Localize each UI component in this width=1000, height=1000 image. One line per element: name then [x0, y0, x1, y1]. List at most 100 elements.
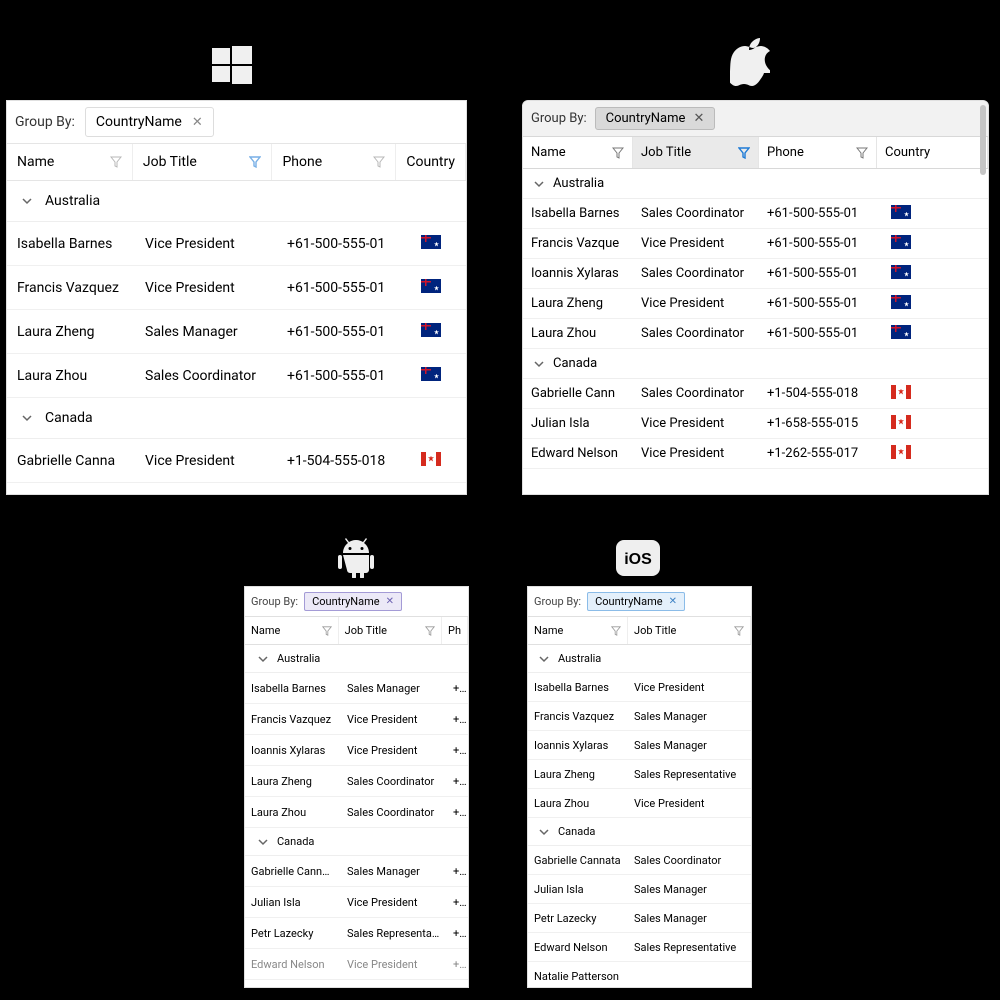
table-row[interactable]: Francis VazqueVice President+61-500-555-… — [523, 229, 988, 259]
ios-grid: Group By: CountryName ✕ Name Job Title A… — [527, 586, 752, 988]
table-row[interactable]: Laura ZhengSales Coordinator+6 — [245, 766, 468, 797]
filter-icon[interactable] — [249, 156, 261, 168]
group-header[interactable]: Canada — [523, 349, 988, 379]
column-headers: Name Job Title Phone Country — [523, 137, 988, 169]
col-job[interactable]: Job Title — [633, 137, 759, 168]
table-row[interactable]: Edward NelsonVice President+1 — [245, 949, 468, 980]
chevron-down-icon[interactable] — [533, 178, 545, 190]
table-row[interactable]: Ioannis XylarasVice President+6 — [245, 735, 468, 766]
table-row[interactable]: Natalie Patterson — [528, 962, 751, 988]
table-row[interactable]: Petr LazeckySales Manager — [528, 904, 751, 933]
group-chip[interactable]: CountryName ✕ — [595, 107, 716, 130]
chevron-down-icon[interactable] — [21, 195, 33, 207]
filter-icon[interactable] — [373, 156, 385, 168]
col-name[interactable]: Name — [7, 144, 133, 180]
filter-icon[interactable] — [322, 626, 332, 636]
table-row[interactable]: Laura ZhouSales Coordinator+6 — [245, 797, 468, 828]
col-country[interactable]: Country — [877, 137, 988, 168]
au-flag-icon — [421, 279, 441, 293]
group-header[interactable]: Australia — [7, 181, 466, 222]
col-country[interactable]: Country — [396, 144, 466, 180]
col-job[interactable]: Job Title — [628, 617, 751, 644]
table-row[interactable]: Laura ZhouSales Coordinator+61-500-555-0… — [523, 319, 988, 349]
table-row[interactable]: Isabella BarnesSales Coordinator+61-500-… — [523, 199, 988, 229]
col-job[interactable]: Job Title — [133, 144, 273, 180]
table-row[interactable]: Julian IslaVice President+1-658-555-015 — [523, 409, 988, 439]
filter-icon[interactable] — [738, 147, 750, 159]
group-chip[interactable]: CountryName ✕ — [85, 107, 214, 137]
table-row[interactable]: Francis VazquezVice President+6 — [245, 704, 468, 735]
cell-phone: +6 — [447, 744, 468, 757]
cell-job: Vice President — [341, 896, 447, 909]
filter-icon[interactable] — [734, 626, 744, 636]
col-job[interactable]: Job Title — [339, 617, 442, 644]
col-name[interactable]: Name — [528, 617, 628, 644]
table-row[interactable]: Gabrielle CannSales Coordinator+1-504-55… — [523, 379, 988, 409]
table-row[interactable]: Francis VazquezVice President+61-500-555… — [7, 266, 466, 310]
filter-icon[interactable] — [612, 147, 624, 159]
cell-phone: +61-500-555-01 — [759, 326, 877, 341]
close-icon[interactable]: ✕ — [669, 596, 677, 607]
table-row[interactable]: Edward NelsonVice President+1-262-555-01… — [523, 439, 988, 469]
cell-job: Sales Coordinator — [633, 206, 759, 221]
col-name[interactable]: Name — [245, 617, 339, 644]
group-chip[interactable]: CountryName ✕ — [304, 592, 402, 611]
group-header[interactable]: Australia — [528, 645, 751, 673]
group-header[interactable]: Canada — [245, 828, 468, 856]
grid-body: AustraliaIsabella BarnesSales Manager+6F… — [245, 645, 468, 980]
table-row[interactable]: Julian IslaVice President+1 — [245, 887, 468, 918]
cell-country — [877, 265, 988, 283]
table-row[interactable]: Laura ZhengSales Representative — [528, 760, 751, 789]
group-header[interactable]: Australia — [523, 169, 988, 199]
table-row[interactable]: Gabrielle CannaVice President+1-504-555-… — [7, 439, 466, 483]
table-row[interactable]: Julian IslaSales Manager — [528, 875, 751, 904]
cell-job: Vice President — [135, 453, 277, 469]
chevron-down-icon[interactable] — [257, 836, 269, 848]
group-header[interactable]: Australia — [245, 645, 468, 673]
col-name[interactable]: Name — [523, 137, 633, 168]
group-chip[interactable]: CountryName ✕ — [587, 592, 685, 611]
table-row[interactable]: Isabella BarnesSales Manager+6 — [245, 673, 468, 704]
table-row[interactable]: Francis VazquezSales Manager — [528, 702, 751, 731]
au-flag-icon — [891, 235, 911, 249]
table-row[interactable]: Laura ZhouSales Coordinator+61-500-555-0… — [7, 354, 466, 398]
cell-job: Sales Coordinator — [628, 854, 751, 867]
table-row[interactable]: Gabrielle CannataSales Coordinator — [528, 846, 751, 875]
cell-name: Francis Vazquez — [245, 713, 341, 726]
scrollbar[interactable] — [980, 105, 986, 175]
filter-icon[interactable] — [856, 147, 868, 159]
close-icon[interactable]: ✕ — [192, 115, 203, 130]
close-icon[interactable]: ✕ — [386, 596, 394, 607]
chevron-down-icon[interactable] — [257, 653, 269, 665]
cell-job: Vice President — [341, 958, 447, 971]
table-row[interactable]: Ioannis XylarasSales Coordinator+61-500-… — [523, 259, 988, 289]
cell-country — [877, 445, 988, 463]
col-name-label: Name — [251, 624, 280, 637]
group-header[interactable]: Canada — [528, 818, 751, 846]
table-row[interactable]: Ioannis XylarasSales Manager — [528, 731, 751, 760]
col-phone[interactable]: Phone — [759, 137, 877, 168]
table-row[interactable]: Isabella BarnesVice President+61-500-555… — [7, 222, 466, 266]
chevron-down-icon[interactable] — [533, 358, 545, 370]
table-row[interactable]: Edward NelsonSales Representative — [528, 933, 751, 962]
col-phone[interactable]: Ph — [442, 617, 468, 644]
table-row[interactable]: Laura ZhengSales Manager+61-500-555-01 — [7, 310, 466, 354]
col-job-label: Job Title — [345, 624, 387, 637]
col-phone[interactable]: Phone — [272, 144, 396, 180]
table-row[interactable]: Gabrielle CannataSales Manager+1 — [245, 856, 468, 887]
filter-icon[interactable] — [611, 626, 621, 636]
table-row[interactable]: Petr LazeckySales Representative+1 — [245, 918, 468, 949]
filter-icon[interactable] — [110, 156, 122, 168]
table-row[interactable]: Laura ZhouVice President — [528, 789, 751, 818]
chevron-down-icon[interactable] — [21, 412, 33, 424]
table-row[interactable]: Isabella BarnesVice President — [528, 673, 751, 702]
chevron-down-icon[interactable] — [538, 826, 550, 838]
group-header[interactable]: Canada — [7, 398, 466, 439]
table-row[interactable]: Laura ZhengVice President+61-500-555-01 — [523, 289, 988, 319]
cell-phone: +1 — [447, 865, 468, 878]
cell-job: Sales Coordinator — [135, 368, 277, 384]
close-icon[interactable]: ✕ — [693, 111, 704, 126]
filter-icon[interactable] — [425, 626, 435, 636]
chevron-down-icon[interactable] — [538, 653, 550, 665]
cell-job: Sales Coordinator — [341, 806, 447, 819]
